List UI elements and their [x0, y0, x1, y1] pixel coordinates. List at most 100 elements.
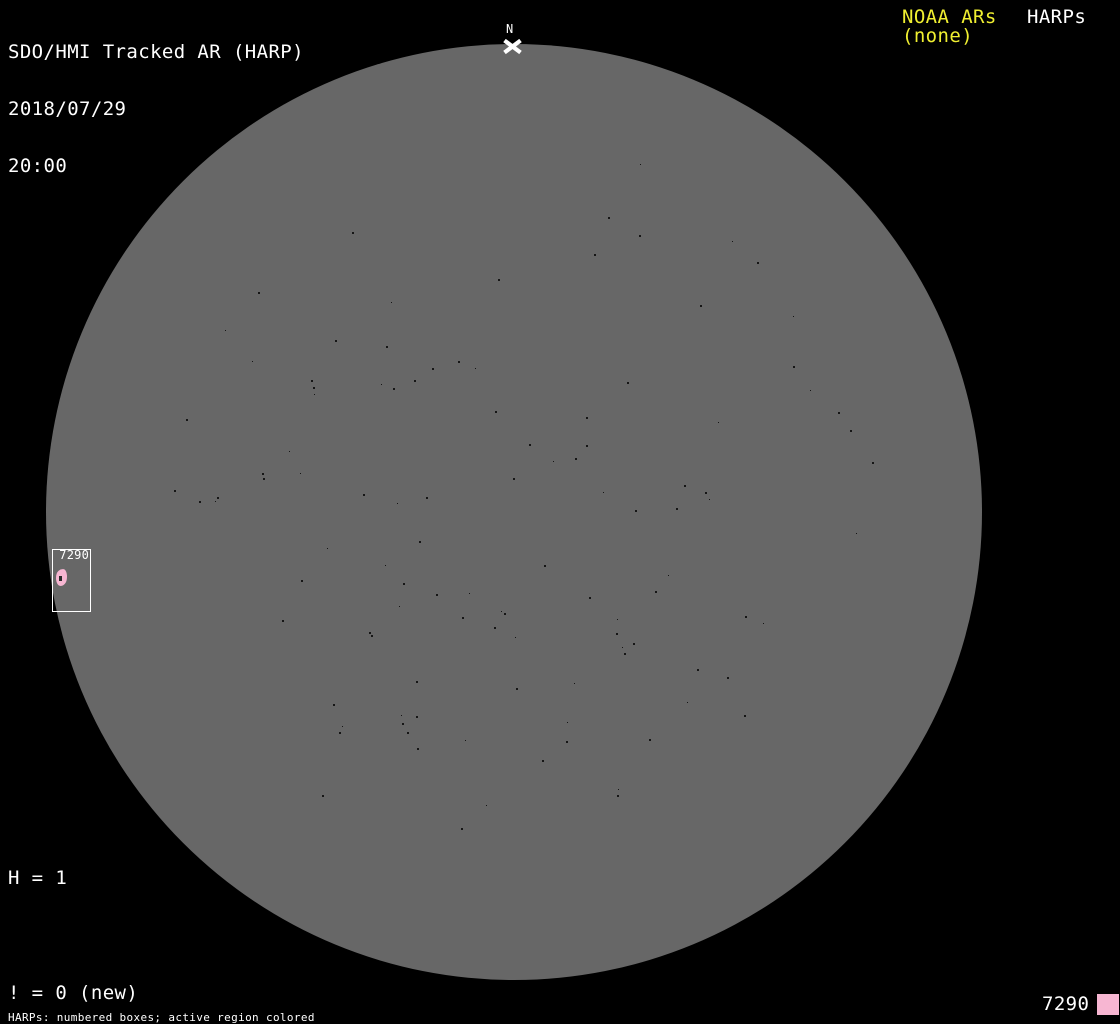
speckle-dot — [417, 748, 419, 750]
speckle-dot — [381, 384, 382, 385]
speckle-dot — [494, 627, 496, 629]
speckle-dot — [676, 508, 678, 510]
speckle-dot — [282, 620, 284, 622]
speckle-dot — [263, 478, 265, 480]
speckle-dot — [399, 606, 400, 607]
legend-spacer — [8, 926, 233, 946]
speckle-dot — [432, 368, 434, 370]
speckle-dot — [718, 422, 719, 423]
speckle-dot — [217, 497, 219, 499]
harp-tracking-plot: SDO/HMI Tracked AR (HARP) 2018/07/29 20:… — [0, 0, 1120, 1024]
speckle-dot — [732, 241, 733, 242]
speckle-dot — [850, 430, 852, 432]
speckle-dot — [416, 716, 418, 718]
north-pole-label: N — [506, 22, 514, 36]
speckle-dot — [199, 501, 201, 503]
speckle-dot — [385, 565, 386, 566]
caption-block: HARPs: numbered boxes; active region col… — [8, 992, 412, 1024]
speckle-dot — [311, 380, 313, 382]
speckle-dot — [687, 702, 688, 703]
speckle-dot — [465, 740, 466, 741]
speckle-dot — [371, 635, 373, 637]
speckle-dot — [575, 458, 577, 460]
speckle-dot — [608, 217, 610, 219]
speckle-dot — [300, 473, 301, 474]
noaa-ars-value: (none) — [902, 25, 974, 47]
speckle-dot — [586, 417, 588, 419]
speckle-dot — [174, 490, 176, 492]
speckle-dot — [697, 669, 699, 671]
speckle-dot — [352, 232, 354, 234]
speckle-dot — [458, 361, 460, 363]
speckle-dot — [684, 485, 686, 487]
speckle-dot — [633, 643, 635, 645]
speckle-dot — [401, 715, 402, 716]
speckle-dot — [475, 368, 476, 369]
speckle-dot — [649, 739, 651, 741]
speckle-dot — [342, 726, 343, 727]
harp-box-number: 7290 — [59, 548, 89, 562]
speckle-dot — [252, 361, 253, 362]
speckle-dot — [339, 732, 341, 734]
speckle-dot — [414, 380, 416, 382]
speckle-dot — [589, 597, 591, 599]
speckle-dot — [553, 461, 554, 462]
speckle-dot — [426, 497, 428, 499]
speckle-dot — [513, 478, 515, 480]
speckle-dot — [462, 617, 464, 619]
speckle-dot — [262, 473, 264, 475]
north-cross-icon — [503, 38, 522, 55]
speckle-dot — [700, 305, 702, 307]
speckle-dot — [363, 494, 365, 496]
harp-count-line: H = 1 — [8, 867, 68, 889]
time-label: 20:00 — [8, 155, 68, 177]
speckle-dot — [793, 316, 794, 317]
speckle-dot — [391, 302, 392, 303]
speckle-dot — [594, 254, 596, 256]
speckle-dot — [186, 419, 188, 421]
speckle-dot — [810, 390, 811, 391]
speckle-dot — [516, 688, 518, 690]
harp-color-swatch — [1097, 994, 1119, 1015]
speckle-dot — [402, 723, 404, 725]
speckle-dot — [616, 633, 618, 635]
speckle-dot — [322, 795, 324, 797]
speckle-dot — [386, 346, 388, 348]
harps-column-label: HARPs — [1027, 6, 1087, 28]
speckle-dot — [393, 388, 395, 390]
speckle-dot — [566, 741, 568, 743]
speckle-dot — [215, 501, 216, 502]
speckle-dot — [655, 591, 657, 593]
speckle-dot — [419, 541, 421, 543]
speckle-dot — [617, 795, 619, 797]
speckle-dot — [314, 394, 315, 395]
speckle-dot — [486, 805, 487, 806]
speckle-dot — [327, 548, 328, 549]
speckle-dot — [542, 760, 544, 762]
speckle-dot — [495, 411, 497, 413]
speckle-dot — [603, 492, 604, 493]
speckle-dot — [289, 451, 290, 452]
speckle-dot — [333, 704, 335, 706]
speckle-dot — [469, 593, 470, 594]
speckle-dot — [617, 619, 618, 620]
speckle-dot — [872, 462, 874, 464]
speckle-dot — [515, 637, 516, 638]
harp-id-label: 7290 — [1042, 993, 1090, 1015]
date-label: 2018/07/29 — [8, 98, 127, 120]
speckle-dot — [416, 681, 418, 683]
speckle-dot — [763, 623, 764, 624]
speckle-dot — [501, 611, 502, 612]
speckle-dot — [635, 510, 637, 512]
active-region-core — [59, 576, 62, 581]
speckle-dot — [301, 580, 303, 582]
speckle-dot — [504, 613, 506, 615]
speckle-dot — [757, 262, 759, 264]
speckle-dot — [793, 366, 795, 368]
speckle-dot — [407, 732, 409, 734]
speckle-dot — [403, 583, 405, 585]
speckle-dot — [397, 503, 398, 504]
speckle-dot — [624, 653, 626, 655]
speckle-dot — [705, 492, 707, 494]
caption-harps: HARPs: numbered boxes; active region col… — [8, 1011, 315, 1024]
